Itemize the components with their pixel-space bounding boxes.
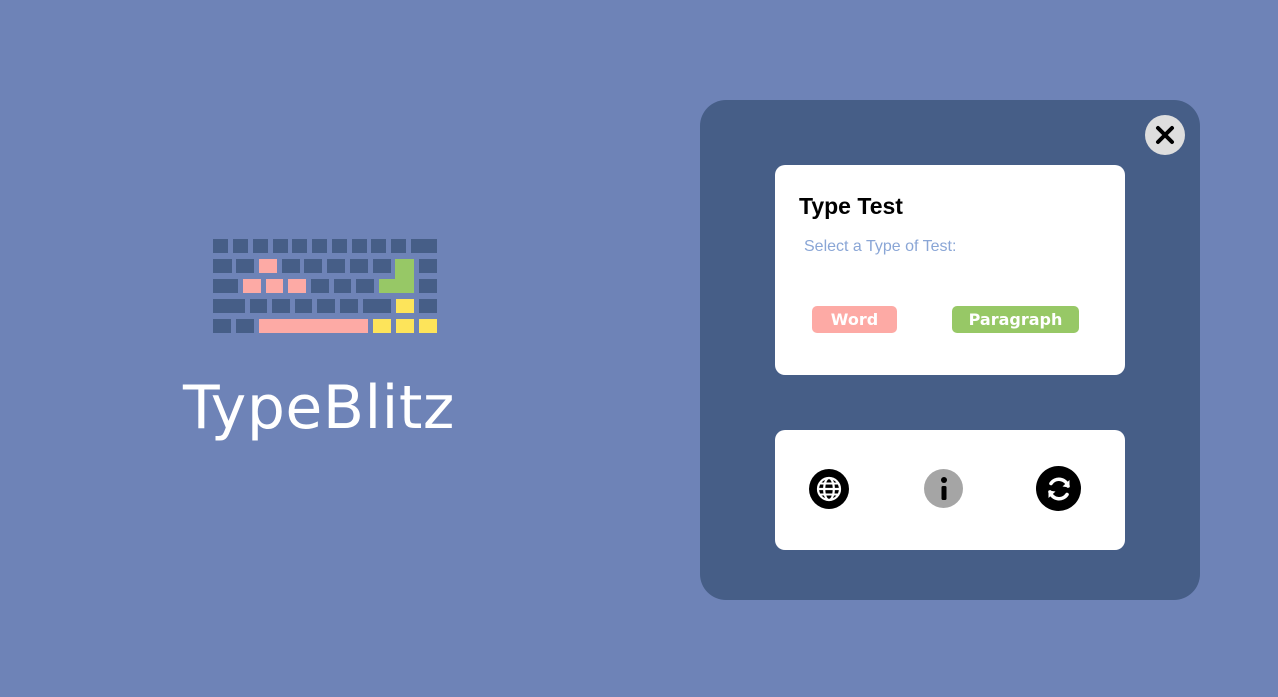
info-button[interactable] <box>924 469 963 508</box>
app-screen: TypeBlitz Type Test Select a Type of Tes… <box>0 0 1278 697</box>
menu-panel: Type Test Select a Type of Test: Word Pa… <box>700 100 1200 600</box>
globe-icon <box>816 476 842 502</box>
paragraph-test-button[interactable]: Paragraph <box>952 306 1079 333</box>
type-test-card: Type Test Select a Type of Test: Word Pa… <box>775 165 1125 375</box>
tools-card <box>775 430 1125 550</box>
keyboard-logo-icon <box>211 237 438 335</box>
info-icon <box>940 476 947 500</box>
app-title: TypeBlitz <box>183 373 455 443</box>
word-test-button[interactable]: Word <box>812 306 897 333</box>
reset-button[interactable] <box>1036 466 1081 511</box>
type-test-title: Type Test <box>799 193 903 219</box>
close-icon <box>1156 126 1174 144</box>
refresh-icon <box>1047 476 1070 501</box>
close-button[interactable] <box>1145 115 1185 155</box>
type-test-subtitle: Select a Type of Test: <box>804 238 957 255</box>
language-button[interactable] <box>809 469 849 509</box>
